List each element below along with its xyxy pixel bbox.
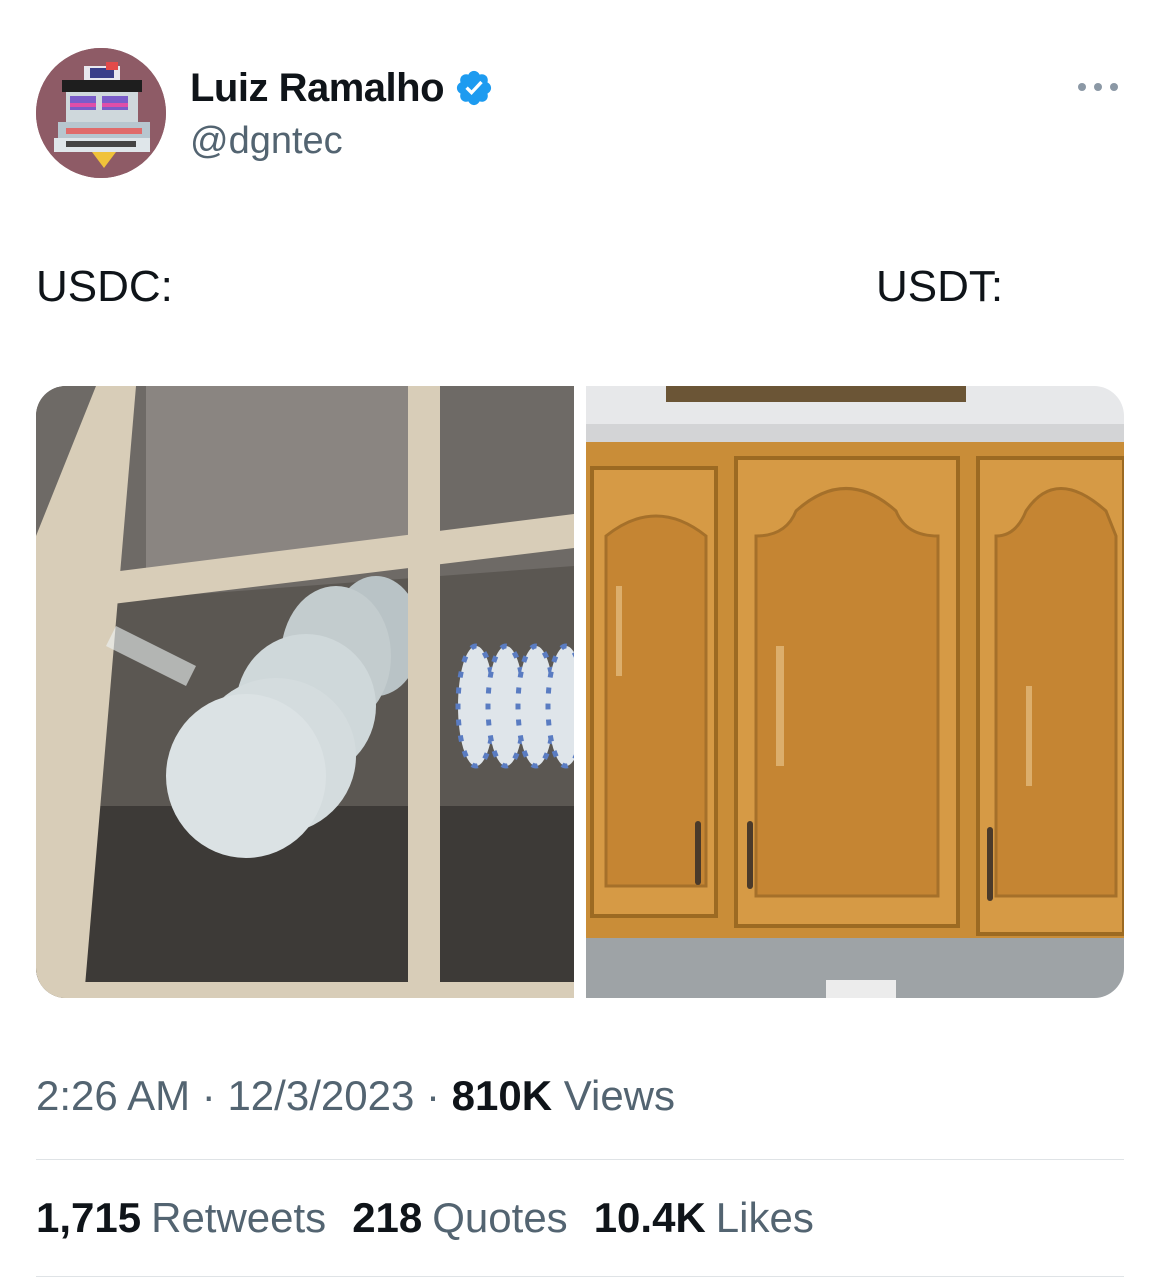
post-date[interactable]: 12/3/2023 [227, 1072, 414, 1119]
display-name-text: Luiz Ramalho [190, 66, 445, 110]
quotes-count: 218 [352, 1194, 423, 1241]
verified-badge-icon [454, 68, 494, 108]
separator: · [201, 1072, 216, 1119]
caption-right: USDT: [876, 262, 1004, 311]
post-time[interactable]: 2:26 AM [36, 1072, 190, 1119]
quotes-label: Quotes [432, 1194, 568, 1241]
likes-stat[interactable]: 10.4K Likes [594, 1192, 814, 1244]
retweets-label: Retweets [151, 1194, 327, 1241]
post-meta: 2:26 AM · 12/3/2023 · 810K Views [36, 1070, 675, 1122]
more-options-icon[interactable] [1074, 70, 1122, 104]
user-handle[interactable]: @dgntec [190, 118, 343, 164]
retweets-stat[interactable]: 1,715 Retweets [36, 1192, 326, 1244]
pixel-art-avatar-icon [36, 48, 166, 178]
likes-label: Likes [715, 1194, 814, 1241]
quotes-stat[interactable]: 218 Quotes [352, 1192, 568, 1244]
media-grid [36, 386, 1124, 998]
wooden-kitchen-cabinets-image[interactable] [586, 386, 1124, 998]
divider [36, 1276, 1124, 1277]
views-label: Views [563, 1072, 676, 1119]
avatar[interactable] [36, 48, 166, 178]
retweets-count: 1,715 [36, 1194, 142, 1241]
caption-left: USDC: [36, 262, 173, 311]
views-count: 810K [451, 1072, 553, 1119]
divider [36, 1159, 1124, 1160]
likes-count: 10.4K [593, 1194, 706, 1241]
glass-cabinet-with-plates-image[interactable] [36, 386, 574, 998]
separator: · [425, 1072, 440, 1119]
engagement-stats: 1,715 Retweets 218 Quotes 10.4K Likes [36, 1192, 814, 1244]
display-name[interactable]: Luiz Ramalho [190, 64, 494, 112]
